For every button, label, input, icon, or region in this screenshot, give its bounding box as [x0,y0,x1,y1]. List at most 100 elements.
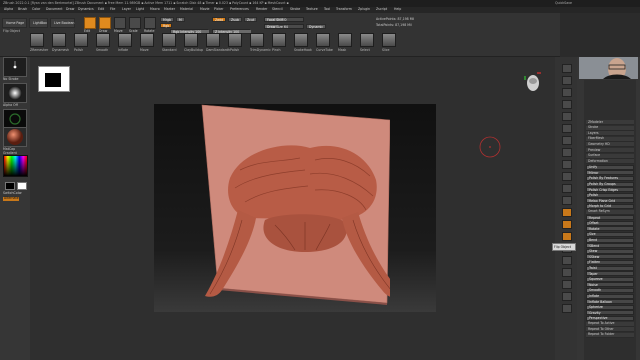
mode-edit-button[interactable]: Edit [84,17,96,33]
twist-slider[interactable]: Twist [586,265,634,271]
zsub-button[interactable]: Zsub [228,17,242,22]
menu-item-help[interactable]: Help [394,7,401,11]
tray-frame-icon[interactable] [562,196,572,205]
mode-draw-button[interactable]: Draw [99,17,111,33]
claybuildup-brush-icon[interactable] [184,33,198,47]
relax-plane-grid-slider[interactable]: Relax Plane Grid [586,198,634,204]
quicksave-status[interactable]: QuickSave [555,1,572,5]
mask-brush-icon[interactable] [338,33,352,47]
tray-rotate-icon[interactable] [562,232,572,241]
tray-polyf-icon[interactable] [562,256,572,265]
menu-item-file[interactable]: File [110,7,115,11]
inflate-slider[interactable]: Inflate [586,293,634,299]
menu-item-marker[interactable]: Marker [164,7,175,11]
stroke-button[interactable]: Stroke [586,126,634,131]
select-brush-icon[interactable] [360,33,374,47]
standard-brush-icon[interactable] [162,33,176,47]
noise-slider[interactable]: Noise [586,282,634,288]
focal-shift-slider[interactable]: Focal Shift 0 [264,17,304,22]
tray-solo-icon[interactable] [562,292,572,301]
mode-scale-button[interactable]: Scale [129,17,141,33]
mode-rotate-button[interactable]: Rotate [144,17,156,33]
tray-scale-icon[interactable] [562,220,572,229]
secondary-color-swatch[interactable] [17,182,27,190]
menu-item-render[interactable]: Render [256,7,267,11]
tray-move-icon[interactable] [562,208,572,217]
menu-item-macro[interactable]: Macro [150,7,160,11]
menu-item-edit[interactable]: Edit [98,7,104,11]
deformation-button[interactable]: Deformation [586,159,634,165]
alpha-thumbnail[interactable] [3,83,27,103]
spherize-slider[interactable]: Spherize [586,304,634,310]
texture-thumbnail[interactable] [3,109,27,129]
tray-zoom-icon[interactable] [562,100,572,109]
repeat-to-active-button[interactable]: Repeat To Active [586,322,634,327]
smooth-brush-icon[interactable] [96,33,110,47]
menu-item-picker[interactable]: Picker [214,7,224,11]
mode-move-button[interactable]: Move [114,17,126,33]
tray-xyz-icon[interactable] [562,184,572,193]
tray-scroll-icon[interactable] [562,88,572,97]
flatten-slider[interactable]: Flatten [586,260,634,265]
sculpt-model[interactable] [190,100,390,310]
snakehook-brush-icon[interactable] [294,33,308,47]
switch-color-label[interactable]: SwitchColor [3,191,22,195]
menu-item-dynamics[interactable]: Dynamics [78,7,94,11]
material-thumbnail[interactable] [3,127,27,147]
repeat-to-folder-button[interactable]: Repeat To Folder [586,333,634,338]
menu-item-alpha[interactable]: Alpha [4,7,13,11]
zremesher-brush-icon[interactable] [30,33,44,47]
slice-brush-icon[interactable] [382,33,396,47]
draw-size-slider[interactable]: Draw Size 64 [264,24,304,29]
polish-by-features-slider[interactable]: Polish By Features [586,176,634,181]
inflate-balloon-slider[interactable]: Inflate Balloon [586,299,634,305]
unify-slider[interactable]: Unify [586,164,634,170]
live-boolean-button[interactable]: Live Boolean [50,18,75,28]
menu-item-tool[interactable]: Tool [324,7,330,11]
viewport-canvas[interactable] [30,57,555,360]
dynamesh-brush-icon[interactable] [52,33,66,47]
tray-floor-icon[interactable] [562,148,572,157]
m-button[interactable]: M [176,17,185,22]
home-page-button[interactable]: Home Page [2,18,27,28]
move-brush-icon[interactable] [140,33,154,47]
taper-slider[interactable]: Taper [586,271,634,277]
polish-brush-icon[interactable] [74,33,88,47]
tray-transp-icon[interactable] [562,268,572,277]
mirror-slider[interactable]: Mirror [586,170,634,176]
color-picker[interactable] [3,155,28,177]
menu-item-movie[interactable]: Movie [200,7,209,11]
geometry-hd-button[interactable]: Geometry HD [586,142,634,148]
mrgb-button[interactable]: Mrgb [160,17,175,22]
menu-item-light[interactable]: Light [136,7,144,11]
alternate-button[interactable]: Alternate [3,197,19,201]
menu-item-material[interactable]: Material [180,7,193,11]
stroke-thumbnail[interactable] [3,57,27,77]
curvetube-brush-icon[interactable] [316,33,330,47]
gravity-slider[interactable]: Gravity [586,310,634,316]
bend-slider[interactable]: Bend [586,237,634,243]
smart-resym-button[interactable]: Smart ReSym [586,210,634,215]
polish-slider[interactable]: Polish [586,192,634,198]
inflate-brush-icon[interactable] [118,33,132,47]
polish-by-groups-slider[interactable]: Polish By Groups [586,181,634,187]
sskew-slider[interactable]: SSkew [586,254,634,260]
offset-slider[interactable]: Offset [586,220,634,226]
dynamic-button[interactable]: Dynamic [306,24,327,29]
sbend-slider[interactable]: SBend [586,243,634,249]
menu-item-texture[interactable]: Texture [306,7,318,11]
menu-item-zplugin[interactable]: Zplugin [358,7,370,11]
smooth-slider[interactable]: Smooth [586,288,634,293]
menu-item-stencil[interactable]: Stencil [272,7,283,11]
zadd-button[interactable]: Zadd [212,17,227,22]
lightbox-button[interactable]: LightBox [29,18,48,28]
menu-item-draw[interactable]: Draw [66,7,74,11]
menu-item-zscript[interactable]: Zscript [376,7,387,11]
repeat-slider[interactable]: Repeat [586,215,634,221]
squeeze-slider[interactable]: Squeeze [586,276,634,282]
rgb-button[interactable]: Rgb [160,23,173,28]
menu-item-color[interactable]: Color [32,7,40,11]
trimdynamic-brush-icon[interactable] [250,33,264,47]
pinch-brush-icon[interactable] [272,33,286,47]
skew-slider[interactable]: Skew [586,248,634,254]
